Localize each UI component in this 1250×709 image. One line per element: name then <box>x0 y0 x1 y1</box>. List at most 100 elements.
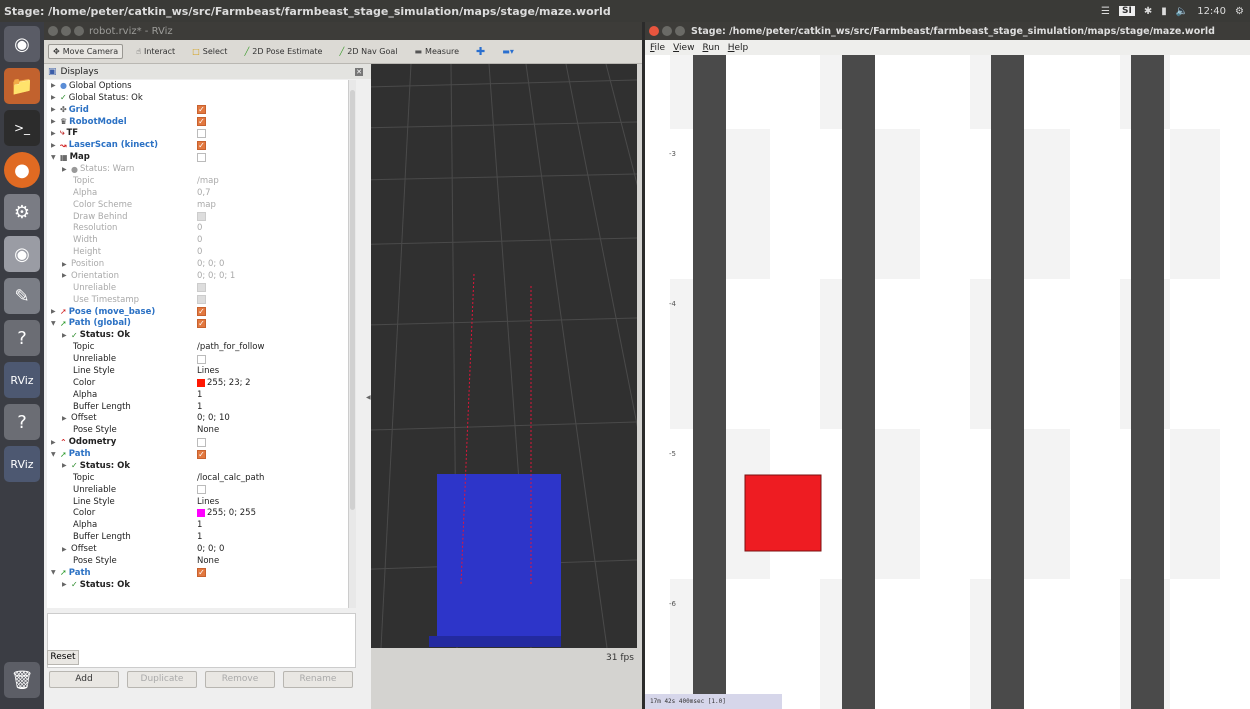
nav-goal-tool[interactable]: ╱ 2D Nav Goal <box>335 45 401 58</box>
clock[interactable]: 12:40 <box>1197 6 1226 17</box>
value-text[interactable]: 0; 0; 0; 1 <box>197 271 235 281</box>
property-row[interactable]: Unreliable <box>47 484 351 496</box>
close-window-icon[interactable] <box>48 26 58 36</box>
property-row[interactable]: Topic/map <box>47 175 351 187</box>
display-item[interactable]: ▼ ▦ Map <box>47 151 351 163</box>
expand-right-icon[interactable]: ▶ <box>51 118 58 125</box>
reset-button[interactable]: Reset <box>47 650 79 665</box>
value-text[interactable]: 1 <box>197 402 202 412</box>
value-text[interactable]: 255; 0; 255 <box>207 508 256 518</box>
display-item[interactable]: ▼ ➚ Path ✓ <box>47 567 351 579</box>
rviz-icon[interactable]: RViz <box>4 446 40 482</box>
status-row[interactable]: ▶ ✓ Status: Ok <box>47 460 351 472</box>
value-text[interactable]: 1 <box>197 520 202 530</box>
property-row[interactable]: Unreliable <box>47 353 351 365</box>
status-row[interactable]: ▶ ● Global Options <box>47 80 351 92</box>
value-text[interactable]: 1 <box>197 390 202 400</box>
property-row[interactable]: Buffer Length 1 <box>47 531 351 543</box>
value-text[interactable]: /map <box>197 176 219 186</box>
value-text[interactable]: 255; 23; 2 <box>207 378 251 388</box>
property-row[interactable]: Alpha 1 <box>47 389 351 401</box>
text-editor-icon[interactable]: ✎ <box>4 278 40 314</box>
property-row[interactable]: Color Scheme map <box>47 199 351 211</box>
select-tool[interactable]: □ Select <box>188 45 231 58</box>
status-row[interactable]: ▶ ● Status: Warn <box>47 163 351 175</box>
property-row[interactable]: Topic/local_calc_path <box>47 472 351 484</box>
property-row[interactable]: Pose Style None <box>47 424 351 436</box>
enable-checkbox[interactable] <box>197 128 206 138</box>
property-row[interactable]: ▶ Orientation 0; 0; 0; 1 <box>47 270 351 282</box>
expand-right-icon[interactable]: ▶ <box>62 415 69 422</box>
bluetooth-icon[interactable]: ✱ <box>1144 6 1152 17</box>
rename-display-button[interactable]: Rename <box>283 670 353 688</box>
display-item[interactable]: ▶ ♛ RobotModel ✓ <box>47 116 351 128</box>
rviz-3d-viewport[interactable] <box>371 64 637 648</box>
minimize-window-icon[interactable] <box>662 26 672 36</box>
ubuntu-dash-icon[interactable]: ◉ <box>4 26 40 62</box>
expand-down-icon[interactable]: ▼ <box>51 320 58 327</box>
display-item[interactable]: ▶ ⌃ Odometry <box>47 436 351 448</box>
menu-view[interactable]: View <box>673 43 694 53</box>
enable-checkbox[interactable]: ✓ <box>197 140 206 150</box>
enable-checkbox[interactable] <box>197 437 206 447</box>
expand-right-icon[interactable]: ▶ <box>51 308 58 315</box>
expand-down-icon[interactable]: ▼ <box>51 451 58 458</box>
help-icon[interactable]: ? <box>4 320 40 356</box>
expand-right-icon[interactable]: ▶ <box>51 439 58 446</box>
value-text[interactable]: Lines <box>197 497 219 507</box>
expand-right-icon[interactable]: ▶ <box>51 106 58 113</box>
property-row[interactable]: Width 0 <box>47 234 351 246</box>
duplicate-display-button[interactable]: Duplicate <box>127 670 197 688</box>
color-swatch[interactable] <box>197 378 205 387</box>
expand-down-icon[interactable]: ▼ <box>51 569 58 576</box>
property-row[interactable]: Pose Style None <box>47 555 351 567</box>
maximize-window-icon[interactable] <box>74 26 84 36</box>
value-text[interactable]: None <box>197 556 219 566</box>
expand-right-icon[interactable]: ▶ <box>62 546 69 553</box>
trash-icon[interactable]: 🗑 <box>4 662 40 698</box>
property-row[interactable]: ▶ Position 0; 0; 0 <box>47 258 351 270</box>
move-camera-tool[interactable]: ✥ Move Camera <box>48 44 124 59</box>
display-item[interactable]: ▶ ⤷ TF <box>47 128 351 140</box>
property-row[interactable]: Buffer Length 1 <box>47 401 351 413</box>
property-row[interactable]: Resolution 0 <box>47 223 351 235</box>
property-checkbox[interactable] <box>197 295 206 305</box>
expand-right-icon[interactable]: ▶ <box>51 82 58 89</box>
keyboard-layout-badge[interactable]: SI <box>1119 6 1135 16</box>
value-text[interactable]: 0,7 <box>197 188 211 198</box>
value-text[interactable]: 0; 0; 0 <box>197 259 224 269</box>
expand-right-icon[interactable]: ▶ <box>51 94 58 101</box>
property-row[interactable]: Draw Behind <box>47 211 351 223</box>
add-display-button[interactable]: Add <box>49 670 119 688</box>
expand-right-icon[interactable]: ▶ <box>51 130 58 137</box>
value-text[interactable]: 0 <box>197 247 202 257</box>
measure-tool[interactable]: ▬ Measure <box>410 45 463 58</box>
interact-tool[interactable]: ☝ Interact <box>132 45 179 58</box>
display-item[interactable]: ▶ ➚ Pose (move_base) ✓ <box>47 306 351 318</box>
property-row[interactable]: Color 255; 0; 255 <box>47 508 351 520</box>
value-text[interactable]: 0 <box>197 235 202 245</box>
expand-right-icon[interactable]: ▶ <box>62 261 69 268</box>
value-text[interactable]: /local_calc_path <box>197 473 264 483</box>
volume-icon[interactable]: 🔈 <box>1176 6 1188 17</box>
value-text[interactable]: /path_for_follow <box>197 342 264 352</box>
value-text[interactable]: 0 <box>197 223 202 233</box>
property-row[interactable]: Alpha 1 <box>47 519 351 531</box>
panel-splitter-arrow[interactable]: ◀ <box>366 394 371 401</box>
property-row[interactable]: Line Style Lines <box>47 365 351 377</box>
property-row[interactable]: Topic/path_for_follow <box>47 341 351 353</box>
pose-estimate-tool[interactable]: ╱ 2D Pose Estimate <box>240 45 326 58</box>
display-item[interactable]: ▼ ➚ Path (global) ✓ <box>47 318 351 330</box>
robot-square[interactable] <box>744 474 822 552</box>
enable-checkbox[interactable]: ✓ <box>197 568 206 578</box>
value-text[interactable]: None <box>197 425 219 435</box>
status-row[interactable]: ▶ ✓ Global Status: Ok <box>47 92 351 104</box>
enable-checkbox[interactable]: ✓ <box>197 449 206 459</box>
enable-checkbox[interactable]: ✓ <box>197 117 206 127</box>
property-row[interactable]: Height 0 <box>47 246 351 258</box>
property-row[interactable]: Line Style Lines <box>47 496 351 508</box>
expand-right-icon[interactable]: ▶ <box>62 581 69 588</box>
value-text[interactable]: Lines <box>197 366 219 376</box>
property-checkbox[interactable] <box>197 485 206 495</box>
property-row[interactable]: ▶ Offset 0; 0; 0 <box>47 543 351 555</box>
